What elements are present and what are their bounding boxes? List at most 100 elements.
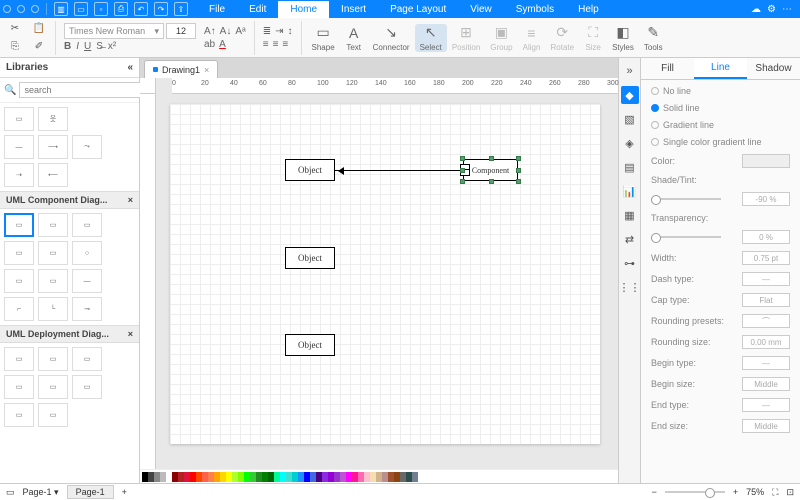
- shape-rect[interactable]: ▭: [4, 107, 34, 131]
- indent-icon[interactable]: ⇥: [275, 26, 283, 37]
- misc-tool-icon[interactable]: ⋮⋮: [621, 278, 639, 296]
- page-tool-icon[interactable]: ▤: [621, 158, 639, 176]
- color-swatch[interactable]: [412, 472, 418, 482]
- shape-comp9[interactable]: —: [72, 269, 102, 293]
- lib-section-deployment[interactable]: UML Deployment Diag...×: [0, 325, 139, 343]
- canvas-object[interactable]: Object: [285, 159, 335, 181]
- tool-tools[interactable]: ✎Tools: [639, 24, 668, 52]
- selection-handle[interactable]: [516, 156, 521, 161]
- shape-dep7[interactable]: ▭: [4, 403, 34, 427]
- shape-comp5[interactable]: ▭: [38, 241, 68, 265]
- cloud-icon[interactable]: ☁: [751, 4, 761, 15]
- zoom-value[interactable]: 75%: [746, 487, 764, 497]
- print-icon[interactable]: ⎙: [114, 2, 128, 16]
- shape-comp10[interactable]: ⌐: [4, 297, 34, 321]
- selection-handle[interactable]: [516, 168, 521, 173]
- shape-line5[interactable]: ⟵: [38, 163, 68, 187]
- menu-symbols[interactable]: Symbols: [504, 1, 566, 18]
- open-icon[interactable]: ▭: [74, 2, 88, 16]
- page-select[interactable]: Page-1 ▾: [23, 487, 59, 498]
- expand-icon[interactable]: »: [621, 62, 639, 80]
- new-doc-icon[interactable]: ▥: [54, 2, 68, 16]
- highlight-icon[interactable]: ab: [204, 39, 215, 50]
- paste-icon[interactable]: 📋: [31, 21, 47, 37]
- strike-button[interactable]: S̶: [96, 41, 103, 52]
- shape-comp1[interactable]: ▭: [4, 213, 34, 237]
- underline-button[interactable]: U: [84, 41, 91, 52]
- line-type-none[interactable]: No line: [651, 86, 790, 96]
- prop-tab-fill[interactable]: Fill: [641, 58, 694, 79]
- beginsz-input[interactable]: Middle: [742, 377, 790, 391]
- prop-tab-shadow[interactable]: Shadow: [747, 58, 800, 79]
- add-page-icon[interactable]: +: [122, 487, 127, 497]
- page-nav-icon[interactable]: ▭: [6, 487, 15, 498]
- rounding-input[interactable]: ⌒: [742, 314, 790, 328]
- transparency-slider[interactable]: [651, 236, 721, 238]
- bold-button[interactable]: B: [64, 41, 71, 52]
- bullet-icon[interactable]: ≣: [263, 26, 271, 37]
- format-painter-icon[interactable]: ✐: [31, 39, 47, 55]
- shade-slider[interactable]: [651, 198, 721, 200]
- window-max-icon[interactable]: [31, 5, 39, 13]
- selection-handle[interactable]: [489, 179, 494, 184]
- roundsz-input[interactable]: 0.00 mm: [742, 335, 790, 349]
- layers-tool-icon[interactable]: ◈: [621, 134, 639, 152]
- chart-tool-icon[interactable]: 📊: [621, 182, 639, 200]
- style-tool-icon[interactable]: ◆: [621, 86, 639, 104]
- page[interactable]: ObjectObjectObjectComponent: [170, 104, 600, 444]
- settings-icon[interactable]: ⚙: [767, 4, 776, 15]
- shape-actor[interactable]: 웃: [38, 107, 68, 131]
- color-input[interactable]: [742, 154, 790, 168]
- shape-comp6[interactable]: ○: [72, 241, 102, 265]
- selection-handle[interactable]: [516, 179, 521, 184]
- align-right-icon[interactable]: ≡: [282, 39, 288, 50]
- shape-dep3[interactable]: ▭: [72, 347, 102, 371]
- end-input[interactable]: —: [742, 398, 790, 412]
- shape-dep6[interactable]: ▭: [72, 375, 102, 399]
- connect-tool-icon[interactable]: ⊶: [621, 254, 639, 272]
- export-icon[interactable]: ⇪: [174, 2, 188, 16]
- lib-section-component[interactable]: UML Component Diag...×: [0, 191, 139, 209]
- prop-tab-line[interactable]: Line: [694, 58, 747, 79]
- menu-edit[interactable]: Edit: [237, 1, 278, 18]
- window-min-icon[interactable]: [17, 5, 25, 13]
- menu-file[interactable]: File: [197, 1, 237, 18]
- selection-handle[interactable]: [460, 179, 465, 184]
- menu-help[interactable]: Help: [566, 1, 611, 18]
- shape-comp7[interactable]: ▭: [4, 269, 34, 293]
- redo-icon[interactable]: ↷: [154, 2, 168, 16]
- tool-select[interactable]: ↖Select: [415, 24, 447, 52]
- connector-arrow[interactable]: [335, 170, 460, 171]
- align-center-icon[interactable]: ≡: [273, 39, 279, 50]
- shade-value[interactable]: -90 %: [742, 192, 790, 206]
- shape-dep1[interactable]: ▭: [4, 347, 34, 371]
- shape-comp2[interactable]: ▭: [38, 213, 68, 237]
- font-decrease-icon[interactable]: A↓: [220, 26, 232, 37]
- dash-input[interactable]: —: [742, 272, 790, 286]
- window-close-icon[interactable]: [3, 5, 11, 13]
- fit-page-icon[interactable]: ⛶: [772, 487, 778, 498]
- image-tool-icon[interactable]: ▧: [621, 110, 639, 128]
- canvas-component[interactable]: Component: [463, 159, 518, 181]
- shape-comp3[interactable]: ▭: [72, 213, 102, 237]
- align-left-icon[interactable]: ≡: [263, 39, 269, 50]
- shape-dep2[interactable]: ▭: [38, 347, 68, 371]
- zoom-in-icon[interactable]: +: [733, 487, 738, 497]
- tool-text[interactable]: AText: [340, 24, 368, 52]
- tool-styles[interactable]: ◧Styles: [607, 24, 639, 52]
- canvas[interactable]: ObjectObjectObjectComponent: [156, 94, 618, 469]
- shape-comp12[interactable]: ⊸: [72, 297, 102, 321]
- zoom-out-icon[interactable]: −: [652, 487, 657, 497]
- transparency-value[interactable]: 0 %: [742, 230, 790, 244]
- more-icon[interactable]: ⋯: [782, 4, 792, 15]
- tool-connector[interactable]: ↘Connector: [368, 24, 415, 52]
- copy-icon[interactable]: ⎘: [7, 39, 23, 55]
- shape-dep8[interactable]: ▭: [38, 403, 68, 427]
- arrange-tool-icon[interactable]: ⇄: [621, 230, 639, 248]
- menu-view[interactable]: View: [458, 1, 504, 18]
- superscript-button[interactable]: x²: [108, 41, 116, 52]
- shape-dep4[interactable]: ▭: [4, 375, 34, 399]
- shape-dep5[interactable]: ▭: [38, 375, 68, 399]
- search-input[interactable]: [19, 82, 146, 98]
- line-type-solid[interactable]: Solid line: [651, 103, 790, 113]
